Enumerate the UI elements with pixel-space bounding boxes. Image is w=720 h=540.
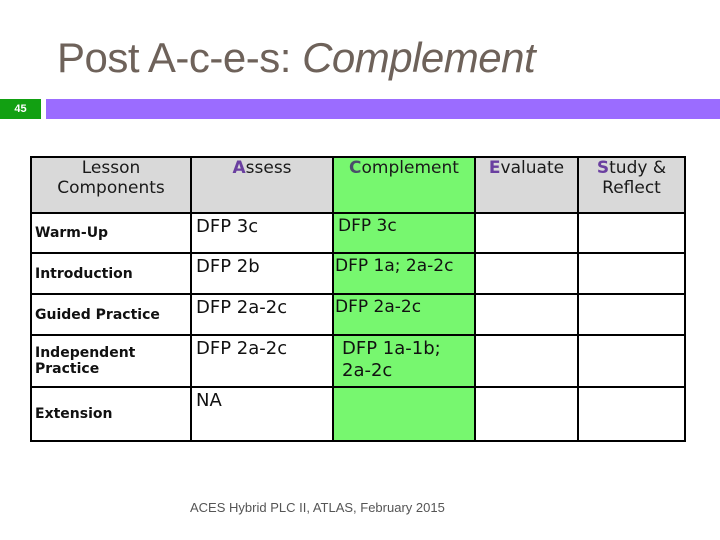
complement-cell: [332, 386, 476, 442]
component-cell: Introduction: [30, 252, 192, 295]
accent-letter: C: [349, 158, 362, 178]
evaluate-cell: [474, 252, 579, 295]
study-cell: [577, 386, 686, 442]
table-row: Warm-Up DFP 3c DFP 3c: [30, 212, 686, 254]
assess-cell: NA: [190, 386, 334, 442]
header-complement: Complement: [332, 156, 476, 214]
complement-cell: DFP 1a; 2a-2c: [332, 252, 476, 295]
header-assess: Assess: [190, 156, 334, 214]
slide-footer: ACES Hybrid PLC II, ATLAS, February 2015: [190, 500, 445, 515]
study-cell: [577, 334, 686, 388]
assess-cell: DFP 3c: [190, 212, 334, 254]
evaluate-cell: [474, 334, 579, 388]
accent-letter: A: [232, 158, 246, 178]
header-study-reflect: Study & Reflect: [577, 156, 686, 214]
assess-cell: DFP 2b: [190, 252, 334, 295]
title-band: [46, 99, 720, 119]
aces-table: Lesson Components Assess Complement Eval…: [30, 156, 686, 442]
component-cell: Warm-Up: [30, 212, 192, 254]
accent-letter: S: [596, 158, 610, 178]
title-prefix: Post A-c-e-s:: [57, 34, 303, 81]
table-row: Guided Practice DFP 2a-2c DFP 2a-2c: [30, 293, 686, 336]
study-cell: [577, 212, 686, 254]
table-row: Extension NA: [30, 386, 686, 442]
study-cell: [577, 293, 686, 336]
evaluate-cell: [474, 212, 579, 254]
evaluate-cell: [474, 293, 579, 336]
header-text: omplement: [361, 158, 459, 178]
header-evaluate: Evaluate: [474, 156, 579, 214]
header-lesson-components: Lesson Components: [30, 156, 192, 214]
header-text: ssess: [245, 158, 292, 178]
complement-cell: DFP 2a-2c: [332, 293, 476, 336]
component-cell: Guided Practice: [30, 293, 192, 336]
assess-cell: DFP 2a-2c: [190, 293, 334, 336]
complement-cell: DFP 3c: [332, 212, 476, 254]
accent-letter: E: [488, 158, 501, 178]
title-emphasis: Complement: [302, 34, 536, 81]
table-row: Independent Practice DFP 2a-2c DFP 1a-1b…: [30, 334, 686, 388]
slide-title: Post A-c-e-s: Complement: [57, 34, 536, 82]
header-text: valuate: [500, 158, 565, 178]
complement-cell: DFP 1a-1b; 2a-2c: [332, 334, 476, 388]
evaluate-cell: [474, 386, 579, 442]
table-row: Introduction DFP 2b DFP 1a; 2a-2c: [30, 252, 686, 295]
header-row: Lesson Components Assess Complement Eval…: [30, 156, 686, 214]
header-text: tudy & Reflect: [602, 158, 667, 198]
study-cell: [577, 252, 686, 295]
assess-cell: DFP 2a-2c: [190, 334, 334, 388]
component-cell: Extension: [30, 386, 192, 442]
component-cell: Independent Practice: [30, 334, 192, 388]
slide-number: 45: [0, 99, 41, 119]
